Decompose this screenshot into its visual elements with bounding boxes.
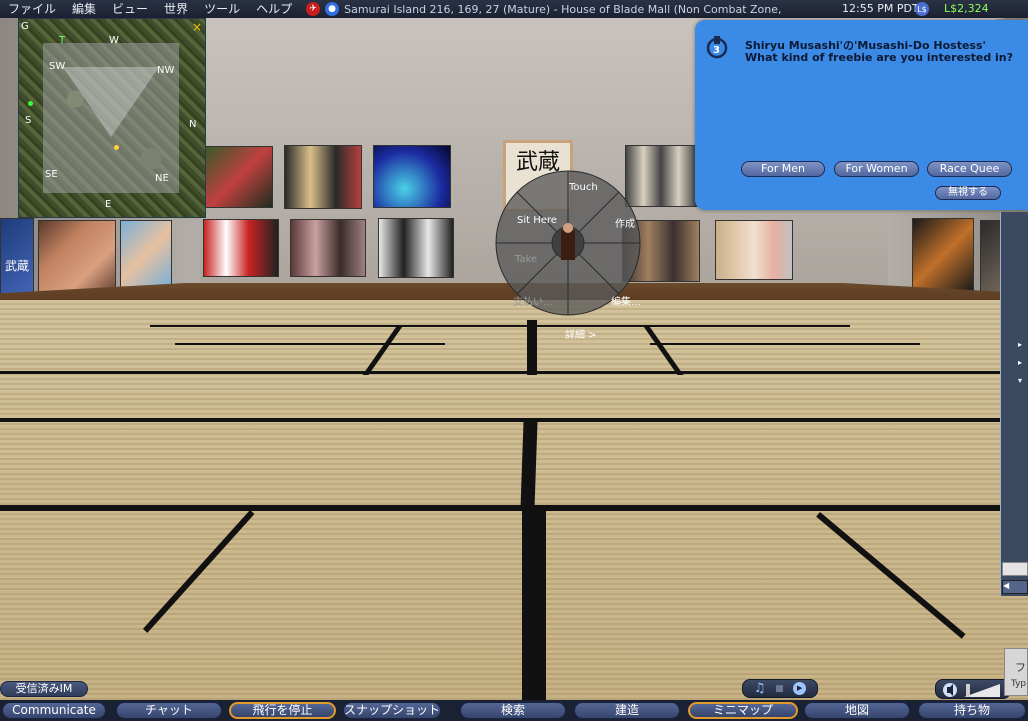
tatami-seam xyxy=(0,418,1028,422)
collapse-arrow-icon[interactable]: ▾ xyxy=(1018,376,1022,385)
tatami-seam xyxy=(522,510,546,700)
inventory-button[interactable]: 持ち物 xyxy=(918,702,1026,719)
poster[interactable] xyxy=(715,220,793,280)
dialog-message: What kind of freebie are you interested … xyxy=(745,51,1014,64)
build-button[interactable]: 建造 xyxy=(574,702,680,719)
poster[interactable] xyxy=(290,219,366,277)
typing-box-char: フ xyxy=(1015,661,1026,674)
poster[interactable] xyxy=(205,146,273,208)
script-dialog: 3 Shiryu Musashi'の'Musashi-Do Hostess' W… xyxy=(695,20,1028,210)
communicate-button[interactable]: Communicate xyxy=(2,702,106,719)
typing-box-text: Typ xyxy=(1011,679,1027,689)
minimap-label-w: W xyxy=(109,35,119,46)
minimap-label-s: S xyxy=(25,115,32,126)
chat-button[interactable]: チャット xyxy=(116,702,222,719)
voice-icon[interactable]: ● xyxy=(325,2,340,16)
menu-edit[interactable]: 編集 xyxy=(64,0,104,18)
volume-control[interactable] xyxy=(935,679,1011,699)
tatami-seam xyxy=(0,371,1028,374)
kanji-text: 武蔵 xyxy=(4,259,29,273)
race-queen-button[interactable]: Race Quee xyxy=(927,161,1012,177)
pie-menu: Touch Sit Here 作成 Take 支払い... 編集... 詳細 > xyxy=(495,170,641,341)
avatar-dot xyxy=(28,101,33,106)
pie-more[interactable]: 詳細 > xyxy=(565,326,597,341)
linden-dollar-icon[interactable]: L$ xyxy=(915,2,929,16)
expand-arrow-icon[interactable]: ▸ xyxy=(1018,358,1022,367)
tatami-seam xyxy=(175,343,445,345)
received-im-button[interactable]: 受信済みIM xyxy=(0,681,88,697)
snapshot-button[interactable]: スナップショット xyxy=(343,702,441,719)
balance[interactable]: L$2,324 xyxy=(944,0,1024,18)
minimap-marker-t: T xyxy=(59,35,66,46)
scroll-left-icon: ◀ xyxy=(1003,581,1010,590)
for-women-button[interactable]: For Women xyxy=(834,161,919,177)
stop-flying-button[interactable]: 飛行を停止 xyxy=(229,702,336,719)
minimap-label-g: G xyxy=(21,21,29,32)
pie-touch[interactable]: Touch xyxy=(569,182,598,193)
self-dot xyxy=(114,145,119,150)
bottom-toolbar: Communicate チャット 飛行を停止 スナップショット 検索 建造 ミニ… xyxy=(0,700,1028,721)
ignore-button[interactable]: 無視する xyxy=(935,186,1001,200)
tatami-seam xyxy=(527,320,537,375)
menu-bar: ファイル 編集 ビュー 世界 ツール ヘルプ ✈ ● Samurai Islan… xyxy=(0,0,1028,18)
pie-create[interactable]: 作成 xyxy=(615,215,635,230)
poster[interactable] xyxy=(912,218,974,292)
menu-tools[interactable]: ツール xyxy=(196,0,248,18)
minimap-label-se: SE xyxy=(45,169,58,180)
minimap-button[interactable]: ミニマップ xyxy=(688,702,798,719)
pie-sit-here[interactable]: Sit Here xyxy=(517,215,557,226)
tatami-seam xyxy=(150,325,850,327)
no-fly-icon[interactable]: ✈ xyxy=(306,2,321,16)
map-button[interactable]: 地図 xyxy=(804,702,910,719)
script-icon: 3 xyxy=(705,34,729,60)
media-controls: ♫ ■ ▶ xyxy=(742,679,818,698)
tatami-seam xyxy=(650,343,920,345)
side-panel[interactable]: ▸ ▸ ▾ xyxy=(1000,212,1028,596)
menu-view[interactable]: ビュー xyxy=(104,0,156,18)
view-cone xyxy=(63,67,159,137)
minimap-panel[interactable]: × G T W SW NW S N SE NE E xyxy=(18,18,206,218)
search-button[interactable]: 検索 xyxy=(460,702,566,719)
scroll-left-button[interactable]: ◀ xyxy=(1002,580,1028,594)
poster[interactable] xyxy=(378,218,454,278)
status-area: ✈ ● Samurai Island 216, 169, 27 (Mature)… xyxy=(306,2,784,16)
minimap-label-sw: SW xyxy=(49,61,66,72)
location-text[interactable]: Samurai Island 216, 169, 27 (Mature) - H… xyxy=(344,3,784,16)
close-icon[interactable]: × xyxy=(192,20,202,34)
menu-file[interactable]: ファイル xyxy=(0,0,64,18)
for-men-button[interactable]: For Men xyxy=(741,161,825,177)
svg-text:3: 3 xyxy=(713,45,720,56)
minimap-label-nw: NW xyxy=(157,65,175,76)
poster[interactable] xyxy=(373,145,451,208)
side-input-box[interactable] xyxy=(1002,562,1028,576)
chat-typing-box[interactable]: フ Typ xyxy=(1004,648,1028,696)
menu-help[interactable]: ヘルプ xyxy=(248,0,300,18)
minimap-label-e: E xyxy=(105,199,112,210)
clock: 12:55 PM PDT xyxy=(842,2,919,15)
poster[interactable] xyxy=(120,220,172,288)
poster[interactable] xyxy=(284,145,362,209)
volume-slider-icon xyxy=(943,683,1000,697)
stop-icon[interactable]: ■ xyxy=(775,684,784,694)
poster[interactable] xyxy=(203,219,279,277)
pie-take[interactable]: Take xyxy=(515,254,537,265)
music-icon[interactable]: ♫ xyxy=(754,681,766,696)
poster[interactable] xyxy=(38,220,116,298)
tatami-seam xyxy=(0,505,1028,511)
pie-edit[interactable]: 編集... xyxy=(611,293,641,308)
pie-pay[interactable]: 支払い... xyxy=(513,293,553,308)
play-icon[interactable]: ▶ xyxy=(793,682,807,695)
menu-world[interactable]: 世界 xyxy=(156,0,196,18)
minimap-label-n: N xyxy=(189,119,197,130)
expand-arrow-icon[interactable]: ▸ xyxy=(1018,340,1022,349)
minimap-label-ne: NE xyxy=(155,173,169,184)
